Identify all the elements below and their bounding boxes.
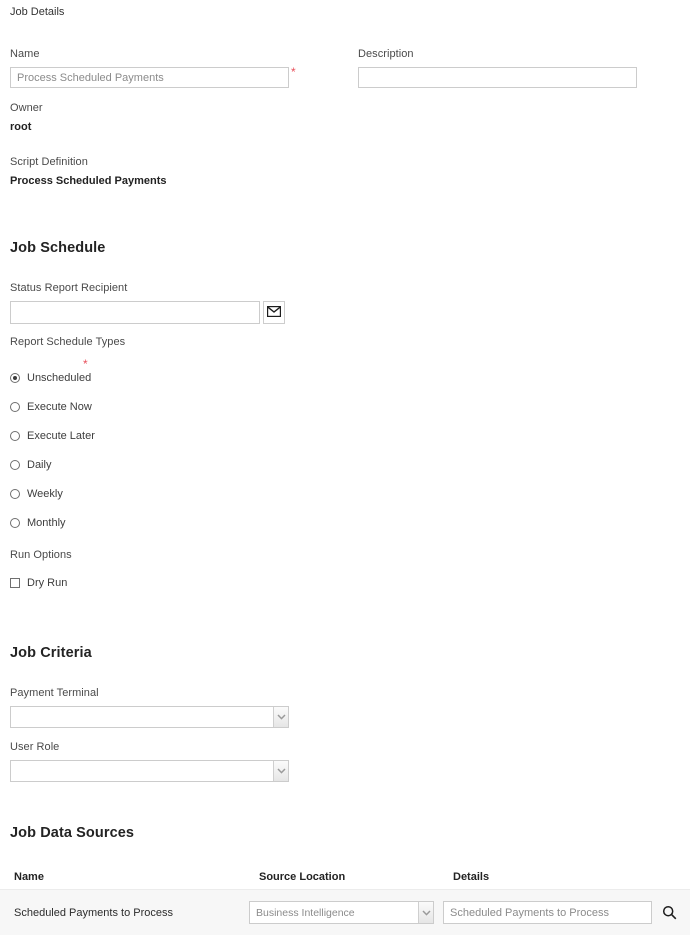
- schedule-option-label: Unscheduled: [27, 371, 92, 384]
- column-header-name: Name: [14, 871, 44, 883]
- chevron-down-icon[interactable]: [273, 761, 288, 781]
- radio-icon[interactable]: [10, 517, 20, 528]
- schedule-option-weekly[interactable]: Weekly: [10, 479, 250, 508]
- schedule-option-daily[interactable]: Daily: [10, 450, 250, 479]
- source-location-selected-value: Business Intelligence: [256, 906, 355, 919]
- script-definition-value: Process Scheduled Payments: [10, 175, 167, 187]
- owner-value: root: [10, 121, 32, 133]
- column-header-details: Details: [453, 871, 490, 883]
- schedule-option-execute-later[interactable]: Execute Later: [10, 421, 250, 450]
- schedule-option-label: Weekly: [27, 487, 63, 500]
- report-schedule-types-label: Report Schedule Types: [10, 336, 126, 348]
- data-sources-table-header: Name Source Location Details: [10, 871, 680, 883]
- search-icon[interactable]: [658, 902, 680, 924]
- job-criteria-heading: Job Criteria: [10, 645, 92, 661]
- chevron-down-icon[interactable]: [273, 707, 288, 727]
- schedule-option-label: Execute Now: [27, 400, 92, 413]
- job-schedule-heading: Job Schedule: [10, 240, 106, 256]
- column-header-source-location: Source Location: [259, 871, 346, 883]
- table-row: Scheduled Payments to Process Business In…: [0, 889, 690, 935]
- source-location-select[interactable]: Business Intelligence: [249, 901, 434, 924]
- user-role-label: User Role: [10, 741, 60, 753]
- radio-icon[interactable]: [10, 488, 20, 499]
- description-label: Description: [358, 48, 414, 60]
- schedule-option-label: Monthly: [27, 516, 66, 529]
- details-input[interactable]: [443, 901, 652, 924]
- schedule-option-monthly[interactable]: Monthly: [10, 508, 250, 537]
- checkbox-icon[interactable]: [10, 578, 20, 588]
- script-definition-label: Script Definition: [10, 156, 88, 168]
- payment-terminal-select[interactable]: [10, 706, 289, 728]
- run-option-dry-run[interactable]: Dry Run: [10, 576, 250, 590]
- radio-icon[interactable]: [10, 459, 20, 470]
- run-option-label: Dry Run: [27, 577, 68, 589]
- status-report-recipient-input[interactable]: [10, 301, 260, 324]
- payment-terminal-label: Payment Terminal: [10, 687, 99, 699]
- name-input[interactable]: [10, 67, 289, 88]
- data-sources-table-body: Scheduled Payments to Process Business In…: [0, 889, 690, 935]
- user-role-select[interactable]: [10, 760, 289, 782]
- schedule-option-label: Execute Later: [27, 429, 95, 442]
- name-label: Name: [10, 48, 40, 60]
- run-options-label: Run Options: [10, 549, 72, 561]
- description-input[interactable]: [358, 67, 637, 88]
- cell-name-text: Scheduled Payments to Process: [14, 906, 173, 919]
- schedule-option-label: Daily: [27, 458, 52, 471]
- chevron-down-icon[interactable]: [418, 902, 433, 923]
- job-data-sources-heading: Job Data Sources: [10, 825, 135, 841]
- schedule-option-execute-now[interactable]: Execute Now: [10, 392, 250, 421]
- schedule-option-unscheduled[interactable]: Unscheduled: [10, 363, 250, 392]
- status-report-recipient-label: Status Report Recipient: [10, 282, 128, 294]
- report-schedule-types-group: Unscheduled Execute Now Execute Later Daily…: [10, 363, 250, 537]
- owner-label: Owner: [10, 102, 43, 114]
- radio-icon[interactable]: [10, 430, 20, 441]
- radio-icon[interactable]: [10, 372, 20, 383]
- envelope-icon-button[interactable]: [263, 301, 285, 324]
- radio-icon[interactable]: [10, 401, 20, 412]
- cell-source-location: Business Intelligence: [249, 901, 443, 924]
- name-required-asterisk: *: [291, 65, 296, 79]
- envelope-icon: [266, 305, 282, 320]
- cell-name: Scheduled Payments to Process: [0, 907, 249, 919]
- run-options-group: Dry Run: [10, 576, 250, 590]
- report-schedule-required-asterisk: *: [83, 357, 88, 371]
- job-details-heading: Job Details: [10, 6, 65, 18]
- cell-details: [443, 901, 690, 924]
